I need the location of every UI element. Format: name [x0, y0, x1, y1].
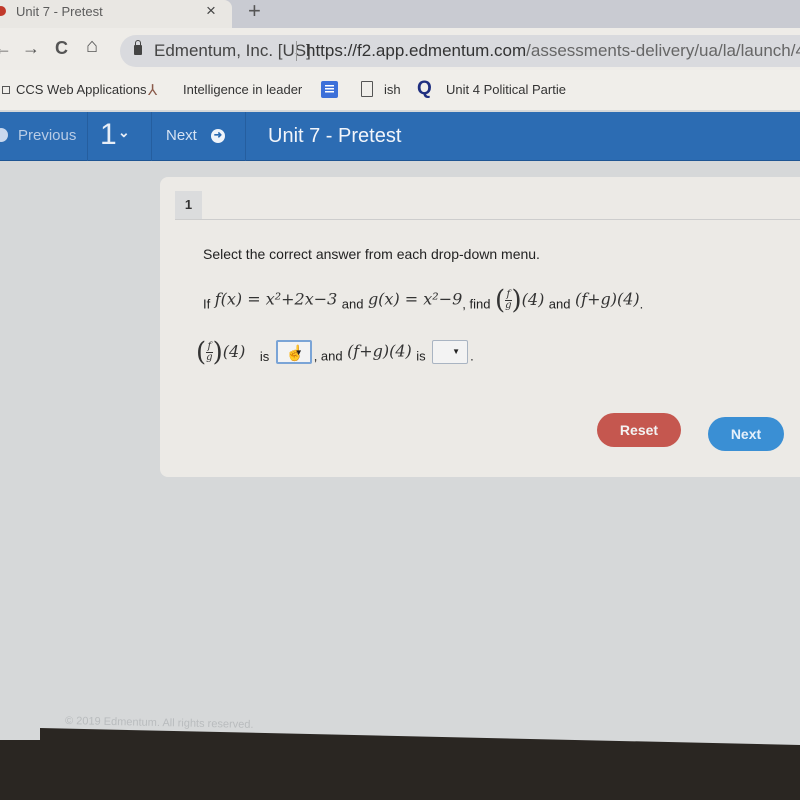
- home-icon[interactable]: ⌂: [86, 35, 98, 58]
- tab-title: Unit 7 - Pretest: [16, 4, 103, 19]
- text-is: is: [416, 348, 426, 364]
- previous-label: Previous: [18, 127, 77, 144]
- chevron-down-icon: ⌄: [118, 124, 130, 140]
- close-tab-icon[interactable]: ×: [206, 1, 216, 21]
- previous-button[interactable]: Previous: [0, 112, 88, 161]
- browser-tab[interactable]: Unit 7 - Pretest ×: [0, 0, 232, 28]
- address-bar[interactable]: Edmentum, Inc. [US] https://f2.app.edmen…: [120, 35, 800, 67]
- navigation-bar: ← → C ⌂ Edmentum, Inc. [US] https://f2.a…: [0, 28, 800, 70]
- lock-icon: [134, 40, 142, 55]
- answer-dropdown-1[interactable]: ☝ ▼: [275, 340, 312, 365]
- bookmark-intelligence-in-leader[interactable]: Intelligence in leader: [183, 82, 302, 97]
- f-definition: f(x) = x²+2x−3: [214, 289, 338, 309]
- g-definition: g(x) = x²−9: [367, 289, 463, 309]
- text-period: .: [470, 348, 474, 364]
- text-and: and: [548, 296, 571, 312]
- f-plus-g-expression: (f+g)(4): [347, 341, 412, 361]
- favicon-icon: [0, 6, 6, 16]
- problem-statement: If f(x) = x²+2x−3 and g(x) = x²−9, find …: [203, 285, 643, 315]
- question-card: 1 Select the correct answer from each dr…: [160, 177, 800, 477]
- bookmark-unit-4-political-parties[interactable]: Unit 4 Political Partie: [446, 82, 566, 97]
- next-toolbar-button[interactable]: Next ➜: [152, 112, 246, 161]
- f-over-g-expression: (f g)(4): [196, 337, 246, 367]
- bookmark-ish[interactable]: ish: [384, 82, 401, 97]
- url-text[interactable]: https://f2.app.edmentum.com/assessments-…: [306, 41, 800, 61]
- text-if: If: [203, 296, 211, 312]
- tab-strip: Unit 7 - Pretest × +: [0, 0, 800, 28]
- card-divider: [175, 219, 800, 220]
- bookmark-label: Intelligence in leader: [183, 82, 303, 97]
- address-separator: [296, 41, 297, 61]
- assessment-title: Unit 7 - Pretest: [268, 125, 402, 147]
- forward-icon[interactable]: →: [22, 38, 40, 59]
- question-instructions: Select the correct answer from each drop…: [203, 246, 540, 262]
- screen: Unit 7 - Pretest × + ← → C ⌂ Edmentum, I…: [0, 0, 800, 745]
- apps-icon: [2, 86, 10, 94]
- google-docs-icon[interactable]: [321, 81, 338, 98]
- back-icon[interactable]: ←: [0, 38, 12, 59]
- text-period: .: [639, 296, 644, 312]
- file-icon: [361, 81, 373, 97]
- assessment-toolbar: Previous 1 ⌄ Next ➜ Unit 7 - Pretest: [0, 112, 800, 161]
- text-and: , and: [313, 348, 343, 364]
- question-number-badge: 1: [175, 191, 202, 219]
- text-find: , find: [462, 296, 491, 312]
- expr-arg: (4): [521, 289, 545, 309]
- expr-arg: (4): [222, 341, 246, 361]
- figure-icon: ⅄: [148, 82, 158, 99]
- bookmarks-bar: CCS Web Applications ⅄ Intelligence in l…: [0, 70, 800, 110]
- answer-statement: (f g)(4) is ☝ ▼ , and (f+g)(4) is ▼ .: [196, 337, 474, 367]
- reset-button[interactable]: Reset: [597, 413, 681, 447]
- bookmark-ccs-web-applications[interactable]: CCS Web Applications: [16, 82, 147, 97]
- site-identity: Edmentum, Inc. [US]: [154, 41, 311, 60]
- f-plus-g-expression: (f+g)(4): [574, 289, 640, 309]
- url-path: /assessments-delivery/ua/la/launch/4: [526, 41, 800, 60]
- text-and: and: [341, 296, 364, 312]
- dropdown-caret-icon: ▼: [294, 348, 303, 358]
- previous-arrow-icon: [0, 128, 8, 142]
- quizlet-icon: Q: [417, 78, 432, 99]
- next-arrow-icon: ➜: [211, 129, 225, 143]
- answer-dropdown-2[interactable]: ▼: [432, 340, 469, 365]
- copyright-footer: © 2019 Edmentum. All rights reserved.: [64, 715, 254, 731]
- f-over-g-expression: (f g)(4): [494, 285, 545, 315]
- next-button[interactable]: Next: [708, 417, 784, 451]
- new-tab-button[interactable]: +: [248, 0, 261, 24]
- url-host: https://f2.app.edmentum.com: [306, 41, 527, 60]
- question-number: 1: [100, 118, 117, 151]
- question-selector[interactable]: 1 ⌄: [88, 112, 152, 161]
- next-label: Next: [166, 127, 197, 144]
- reload-icon[interactable]: C: [55, 38, 68, 59]
- text-is: is: [259, 348, 270, 364]
- dropdown-caret-icon: ▼: [452, 347, 461, 357]
